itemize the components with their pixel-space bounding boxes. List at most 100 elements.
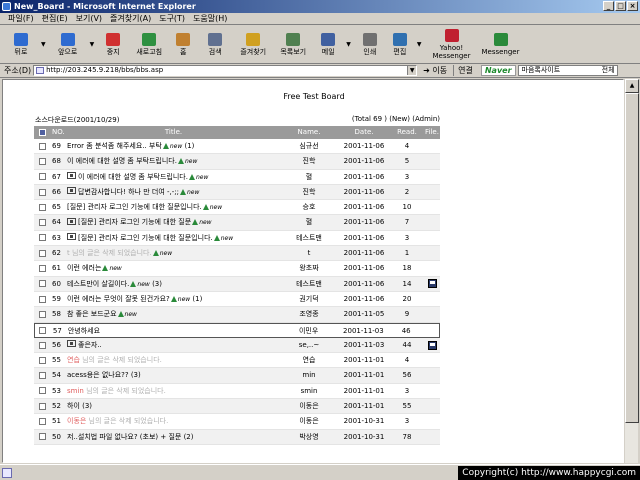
row-checkbox[interactable] (38, 219, 46, 227)
toolbar-dropdown-icon[interactable]: ▼ (346, 41, 351, 48)
menu-edit[interactable]: 편집(E) (38, 13, 72, 24)
row-checkbox[interactable] (38, 249, 46, 257)
scroll-up-icon[interactable]: ▲ (625, 79, 639, 93)
row-title-cell[interactable]: 이 에러에 대한 설명 좀 부탁드립니다. new (65, 170, 280, 184)
row-title[interactable]: 이동은 님의 글은 삭제 되었습니다. (67, 417, 168, 425)
table-row[interactable]: 65 [질문] 관리자 로그인 기능에 대한 질문입니다. new 승호 2001-11… (34, 200, 440, 216)
row-title[interactable]: 안녕하세요 (68, 327, 100, 335)
row-title-cell[interactable]: 안녕하세요 (66, 324, 280, 337)
row-checkbox[interactable] (38, 280, 46, 288)
maximize-icon[interactable]: □ (615, 1, 626, 11)
toolbar-button-0[interactable]: 뒤로 (4, 27, 38, 63)
toolbar-button-3[interactable]: 새로고침 (129, 27, 169, 63)
row-title-cell[interactable]: acess용은 없나요?? (3) (65, 368, 280, 382)
row-checkbox[interactable] (38, 402, 46, 410)
table-row[interactable]: 56 좋은자.. se,..~ 2001-11-03 44 (34, 337, 440, 354)
table-row[interactable]: 52 하이 (3) 이동은 2001-11-01 55 (34, 399, 440, 415)
toolbar-button-7[interactable]: 목록보기 (273, 27, 313, 63)
vertical-scrollbar[interactable]: ▲ (624, 79, 639, 463)
toolbar-button-10[interactable]: 편집 (386, 27, 414, 63)
row-checkbox[interactable] (38, 142, 46, 150)
go-button[interactable]: ➜ 이동 (417, 65, 453, 76)
row-title-cell[interactable]: 테스트만이 살길이다. new (3) (65, 277, 280, 291)
row-title-cell[interactable]: 좋은자.. (65, 338, 280, 352)
row-checkbox[interactable] (38, 157, 46, 165)
table-row[interactable]: 59 이런 에러는 무엇이 잘못 된건가요? new (1) 권기덕 2001-11-0… (34, 292, 440, 308)
toolbar-button-4[interactable]: 홈 (169, 27, 197, 63)
row-checkbox[interactable] (38, 265, 46, 273)
menu-view[interactable]: 보기(V) (72, 13, 106, 24)
row-title[interactable]: acess용은 없나요?? (3) (67, 371, 141, 379)
row-title-cell[interactable]: Error 좀 분석좀 해주세요.. 부탁 new (1) (65, 139, 280, 153)
address-dropdown-icon[interactable]: ▼ (407, 66, 417, 75)
select-all-checkbox[interactable] (38, 129, 46, 136)
row-checkbox[interactable] (38, 295, 46, 303)
links-button[interactable]: 연결 (453, 65, 477, 76)
row-checkbox[interactable] (38, 310, 46, 318)
row-title-cell[interactable]: 연습 님의 글은 삭제 되었습니다. (65, 353, 280, 367)
row-title-cell[interactable]: 하이 (3) (65, 399, 280, 413)
row-checkbox[interactable] (38, 188, 46, 196)
menu-file[interactable]: 파일(F) (4, 13, 38, 24)
row-title-cell[interactable]: 저..설치법 파일 없나요? (초보) + 질문 (2) (65, 430, 280, 444)
row-title-cell[interactable]: 답변감사합니다! 하나 만 더여 -,-;; new (65, 185, 280, 199)
address-input[interactable]: http://203.245.9.218/bbs/bbs.asp ▼ (33, 65, 418, 76)
row-title[interactable]: t 님의 글은 삭제 되었습니다. (67, 249, 152, 257)
menu-favorites[interactable]: 즐겨찾기(A) (106, 13, 155, 24)
row-title[interactable]: 이런 에러는 (67, 264, 101, 272)
row-title[interactable]: 답변감사합니다! 하나 만 더여 -,-;; (78, 188, 179, 196)
row-title-cell[interactable]: 이동은 님의 글은 삭제 되었습니다. (65, 414, 280, 428)
row-title-cell[interactable]: 참 좋은 보드군요 new (65, 307, 280, 321)
table-row[interactable]: 57 안녕하세요 이민우 2001-11-03 46 (34, 322, 440, 338)
row-title-cell[interactable]: 이런 에러는 무엇이 잘못 된건가요? new (1) (65, 292, 280, 306)
table-row[interactable]: 54 acess용은 없나요?? (3) min 2001-11-01 56 (34, 368, 440, 384)
table-row[interactable]: 62 t 님의 글은 삭제 되었습니다. new t 2001-11-06 1 (34, 246, 440, 262)
row-checkbox[interactable] (38, 417, 46, 425)
table-row[interactable]: 51 이동은 님의 글은 삭제 되었습니다. 이동은 2001-10-31 3 (34, 414, 440, 430)
row-title[interactable]: [질문] 관리자 로그인 기능에 대한 질문입니다. (78, 234, 213, 242)
row-checkbox[interactable] (38, 356, 46, 364)
row-title-cell[interactable]: [질문] 관리자 로그인 기능에 대한 질문입니다. new (65, 231, 280, 245)
close-icon[interactable]: × (627, 1, 638, 11)
row-title[interactable]: 참 좋은 보드군요 (67, 310, 117, 318)
table-row[interactable]: 53 smin 님의 글은 삭제 되었습니다. smin 2001-11-01 3 (34, 384, 440, 400)
table-row[interactable]: 66 답변감사합니다! 하나 만 더여 -,-;; new 진학 2001-11-06 2 (34, 184, 440, 201)
toolbar-button-6[interactable]: 즐겨찾기 (233, 27, 273, 63)
row-title-cell[interactable]: smin 님의 글은 삭제 되었습니다. (65, 384, 280, 398)
minimize-icon[interactable]: _ (603, 1, 614, 11)
table-row[interactable]: 55 연습 님의 글은 삭제 되었습니다. 연습 2001-11-01 4 (34, 353, 440, 369)
row-title[interactable]: Error 좀 분석좀 해주세요.. 부탁 (67, 142, 162, 150)
toolbar-button-12[interactable]: Messenger (479, 27, 523, 63)
row-title[interactable]: [질문] 관리자 로그인 기능에 대한 질문입니다. (67, 203, 202, 211)
row-title[interactable]: 좋은자.. (78, 341, 102, 349)
row-title[interactable]: [질문] 관리자 로그인 기능에 대한 질문 (78, 218, 191, 226)
naver-toolbar-logo[interactable]: Naver (480, 65, 516, 76)
table-row[interactable]: 58 참 좋은 보드군요 new 조영종 2001-11-05 9 (34, 307, 440, 323)
row-title-cell[interactable]: [질문] 관리자 로그인 기능에 대한 질문입니다. new (65, 200, 280, 214)
row-checkbox[interactable] (38, 173, 46, 181)
scroll-thumb[interactable] (625, 93, 639, 423)
toolbar-button-2[interactable]: 중지 (97, 27, 129, 63)
menu-tools[interactable]: 도구(T) (155, 13, 189, 24)
file-attachment-icon[interactable] (427, 279, 437, 289)
table-row[interactable]: 61 이런 에러는 new 왕초짜 2001-11-06 18 (34, 261, 440, 277)
table-row[interactable]: 68 이 에러에 대한 설명 좀 부탁드립니다. new 진학 2001-11-06 5 (34, 154, 440, 170)
row-title[interactable]: 이런 에러는 무엇이 잘못 된건가요? (67, 295, 170, 303)
row-checkbox[interactable] (39, 326, 47, 334)
row-checkbox[interactable] (38, 387, 46, 395)
board-summary[interactable]: (Total 69 ) (New) (Admin) (352, 115, 440, 125)
row-checkbox[interactable] (38, 234, 46, 242)
file-attachment-icon[interactable] (427, 340, 437, 350)
row-title-cell[interactable]: t 님의 글은 삭제 되었습니다. new (65, 246, 280, 260)
toolbar-button-5[interactable]: 검색 (197, 27, 233, 63)
row-title[interactable]: 저..설치법 파일 없나요? (초보) + 질문 (2) (67, 433, 193, 441)
toolbar-dropdown-icon[interactable]: ▼ (41, 41, 46, 48)
row-title[interactable]: 테스트만이 살길이다. (67, 280, 129, 288)
table-row[interactable]: 69 Error 좀 분석좀 해주세요.. 부탁 new (1) 심규선 2001-11… (34, 139, 440, 155)
toolbar-button-11[interactable]: Yahoo! Messenger (425, 27, 479, 63)
naver-search-input[interactable]: 마음록사이트 전체 (517, 65, 618, 76)
toolbar-dropdown-icon[interactable]: ▼ (417, 41, 422, 48)
toolbar-dropdown-icon[interactable]: ▼ (90, 41, 95, 48)
row-checkbox[interactable] (38, 433, 46, 441)
row-title[interactable]: 연습 님의 글은 삭제 되었습니다. (67, 356, 162, 364)
